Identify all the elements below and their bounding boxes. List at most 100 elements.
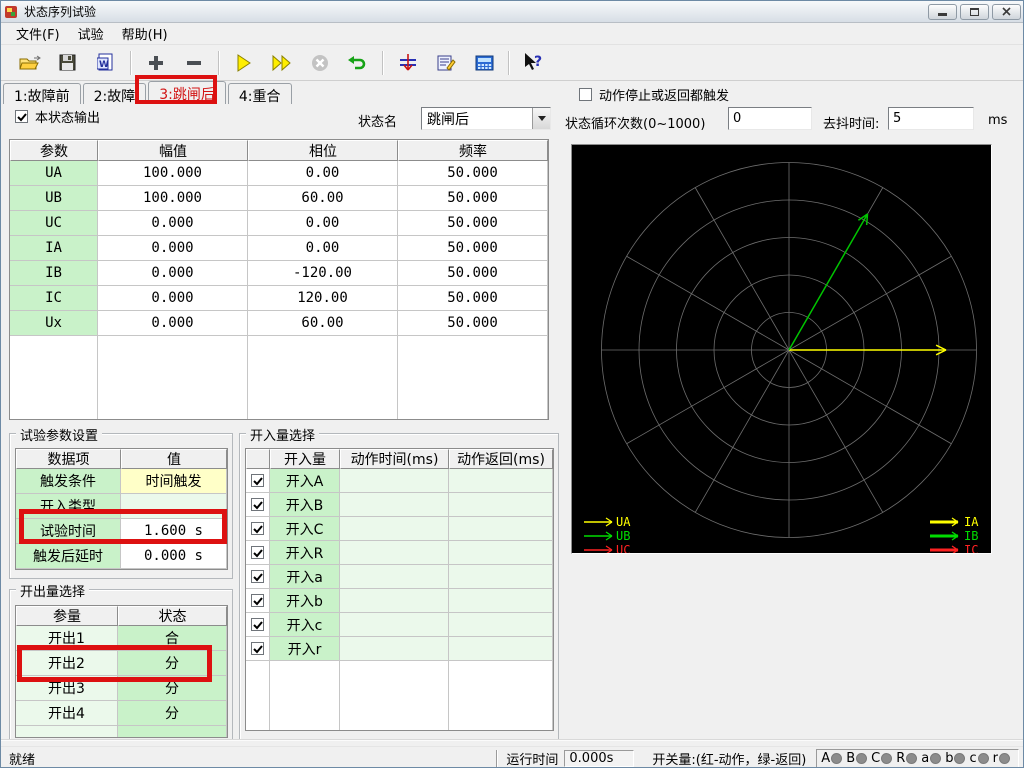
input-action-time-cell bbox=[340, 613, 449, 637]
switch-indicator-R: R bbox=[896, 751, 918, 766]
run-button[interactable] bbox=[225, 49, 263, 77]
trigger-mode-label: 动作停止或返回都触发 bbox=[599, 89, 730, 104]
remove-state-button[interactable] bbox=[175, 49, 213, 77]
maximize-button[interactable] bbox=[960, 3, 989, 20]
parameter-table: 参数 幅值 相位 频率 UA 100.000 0.00 50.000 UB 100.000 60.0… bbox=[9, 139, 549, 420]
input-name-cell: 开入B bbox=[270, 493, 340, 517]
add-state-button[interactable] bbox=[137, 49, 175, 77]
save-button[interactable] bbox=[49, 49, 87, 77]
frequency-cell[interactable]: 50.000 bbox=[398, 261, 548, 286]
amplitude-cell[interactable]: 100.000 bbox=[98, 161, 248, 186]
input-enable-checkbox[interactable] bbox=[251, 618, 264, 631]
phase-cell[interactable]: -120.00 bbox=[248, 261, 398, 286]
report-edit-button[interactable] bbox=[427, 49, 465, 77]
svg-text:?: ? bbox=[534, 54, 542, 70]
input-enable-checkbox[interactable] bbox=[251, 546, 264, 559]
loop-count-label: 状态循环次数(0~1000) bbox=[565, 117, 706, 132]
phase-cell[interactable]: 0.00 bbox=[248, 211, 398, 236]
input-enable-checkbox[interactable] bbox=[251, 498, 264, 511]
menu-file[interactable]: 文件(F) bbox=[7, 22, 69, 45]
state-name-combobox[interactable]: 跳闸后 bbox=[421, 107, 551, 130]
undo-arrow-icon bbox=[348, 55, 366, 69]
menu-help[interactable]: 帮助(H) bbox=[113, 22, 177, 45]
tab-state-3[interactable]: 3:跳闸后 bbox=[148, 81, 226, 104]
output-select-header-0: 参量 bbox=[16, 606, 118, 626]
output-state-cell[interactable]: 合 bbox=[118, 626, 227, 651]
param-table-header-2: 相位 bbox=[248, 140, 398, 161]
close-button[interactable] bbox=[992, 3, 1021, 20]
undo-button[interactable] bbox=[339, 49, 377, 77]
menu-test[interactable]: 试验 bbox=[69, 22, 113, 45]
combo-dropdown-button[interactable] bbox=[532, 108, 550, 129]
svg-text:UB: UB bbox=[616, 529, 630, 543]
switch-legend-label: 开关量:(红-动作，绿-返回) bbox=[652, 752, 807, 768]
input-select-header-3: 动作返回(ms) bbox=[449, 449, 553, 469]
output-state-cell[interactable]: 分 bbox=[118, 651, 227, 676]
input-return-time-cell bbox=[449, 613, 553, 637]
test-param-value[interactable]: 时间触发 bbox=[121, 469, 227, 494]
amplitude-cell[interactable]: 0.000 bbox=[98, 211, 248, 236]
output-state-cell[interactable]: 分 bbox=[118, 676, 227, 701]
frequency-cell[interactable]: 50.000 bbox=[398, 236, 548, 261]
input-table-filler bbox=[246, 661, 270, 730]
param-table-header-1: 幅值 bbox=[98, 140, 248, 161]
test-params-header-1: 值 bbox=[121, 449, 227, 469]
frequency-cell[interactable]: 50.000 bbox=[398, 311, 548, 336]
test-param-item: 触发条件 bbox=[16, 469, 121, 494]
loop-count-input[interactable] bbox=[728, 107, 812, 130]
input-action-time-cell bbox=[340, 517, 449, 541]
phase-cell[interactable]: 60.00 bbox=[248, 186, 398, 211]
test-param-item: 试验时间 bbox=[16, 519, 121, 544]
status-separator bbox=[496, 749, 499, 767]
amplitude-cell[interactable]: 0.000 bbox=[98, 261, 248, 286]
switch-indicator-c: c bbox=[969, 751, 989, 766]
svg-text:IC: IC bbox=[964, 543, 978, 553]
frequency-cell[interactable]: 50.000 bbox=[398, 161, 548, 186]
stop-button[interactable] bbox=[301, 49, 339, 77]
input-name-cell: 开入c bbox=[270, 613, 340, 637]
phase-cell[interactable]: 120.00 bbox=[248, 286, 398, 311]
input-action-time-cell bbox=[340, 493, 449, 517]
amplitude-cell[interactable]: 0.000 bbox=[98, 236, 248, 261]
phase-cell[interactable]: 0.00 bbox=[248, 236, 398, 261]
frequency-cell[interactable]: 50.000 bbox=[398, 286, 548, 311]
app-icon bbox=[5, 5, 19, 19]
input-select-header-0 bbox=[246, 449, 270, 469]
phase-cell[interactable]: 60.00 bbox=[248, 311, 398, 336]
input-return-time-cell bbox=[449, 637, 553, 661]
calculator-button[interactable] bbox=[465, 49, 503, 77]
frequency-cell[interactable]: 50.000 bbox=[398, 186, 548, 211]
export-word-button[interactable]: W bbox=[87, 49, 125, 77]
input-enable-checkbox[interactable] bbox=[251, 474, 264, 487]
trigger-mode-checkbox[interactable] bbox=[579, 88, 592, 101]
context-help-button[interactable]: ? bbox=[515, 49, 553, 77]
output-param-cell: 开出3 bbox=[16, 676, 118, 701]
run-continuous-button[interactable] bbox=[263, 49, 301, 77]
test-param-value[interactable]: 0.000 s bbox=[121, 544, 227, 569]
amplitude-cell[interactable]: 0.000 bbox=[98, 286, 248, 311]
minimize-button[interactable] bbox=[928, 3, 957, 20]
amplitude-cell[interactable]: 0.000 bbox=[98, 311, 248, 336]
debounce-input[interactable] bbox=[888, 107, 974, 130]
input-enable-checkbox[interactable] bbox=[251, 594, 264, 607]
input-enable-checkbox[interactable] bbox=[251, 570, 264, 583]
input-name-cell: 开入R bbox=[270, 541, 340, 565]
tab-state-2[interactable]: 2:故障 bbox=[82, 83, 147, 105]
phase-sync-button[interactable] bbox=[389, 49, 427, 77]
tab-state-1[interactable]: 1:故障前 bbox=[3, 83, 81, 105]
amplitude-cell[interactable]: 100.000 bbox=[98, 186, 248, 211]
open-button[interactable] bbox=[11, 49, 49, 77]
input-return-time-cell bbox=[449, 565, 553, 589]
input-enable-checkbox[interactable] bbox=[251, 642, 264, 655]
tab-state-4[interactable]: 4:重合 bbox=[227, 83, 292, 105]
output-state-cell[interactable]: 分 bbox=[118, 701, 227, 726]
state-output-checkbox[interactable] bbox=[15, 110, 28, 123]
toolbar-separator bbox=[382, 50, 384, 75]
phase-cell[interactable]: 0.00 bbox=[248, 161, 398, 186]
frequency-cell[interactable]: 50.000 bbox=[398, 211, 548, 236]
input-enable-checkbox[interactable] bbox=[251, 522, 264, 535]
test-param-value[interactable]: 1.600 s bbox=[121, 519, 227, 544]
input-name-cell: 开入a bbox=[270, 565, 340, 589]
svg-text:UA: UA bbox=[616, 515, 631, 529]
test-param-value[interactable] bbox=[121, 494, 227, 519]
